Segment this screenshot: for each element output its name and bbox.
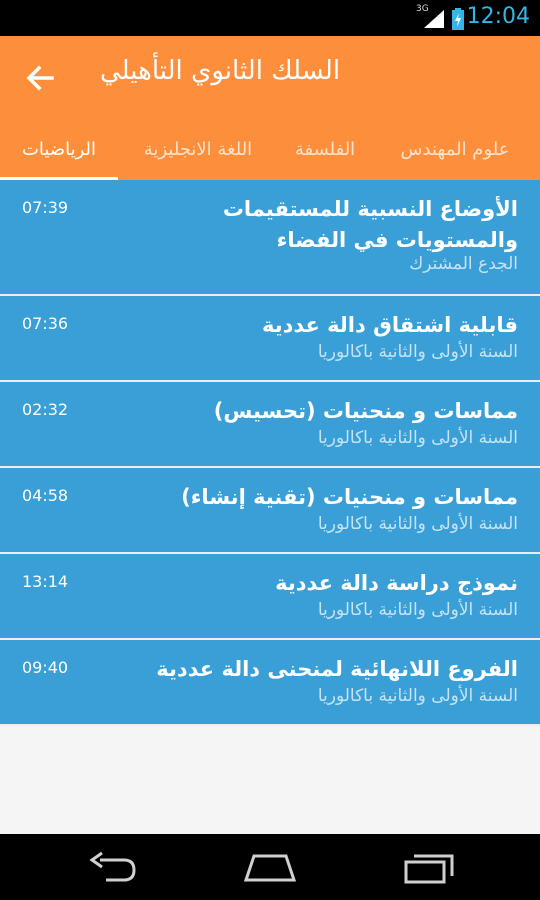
list-item[interactable]: قابلية اشتقاق دالة عددية 07:36 السنة الأ… bbox=[0, 296, 540, 382]
signal-icon bbox=[424, 10, 444, 28]
item-level: السنة الأولى والثانية باكالوريا bbox=[317, 600, 518, 620]
nav-home-button[interactable] bbox=[242, 850, 298, 888]
item-duration: 07:39 bbox=[22, 198, 69, 217]
tab-mathematics[interactable]: الرياضيات bbox=[0, 124, 118, 180]
item-title: قابلية اشتقاق دالة عددية bbox=[262, 313, 518, 337]
page-title: السلك الثانوي التأهيلي bbox=[100, 56, 341, 86]
nav-recent-apps-button[interactable] bbox=[402, 850, 456, 888]
list-item[interactable]: مماسات و منحنيات (تحسيس) 02:32 السنة الأ… bbox=[0, 382, 540, 468]
item-duration: 07:36 bbox=[22, 314, 69, 333]
recent-apps-icon bbox=[404, 854, 454, 884]
item-level: الجدع المشترك bbox=[409, 254, 518, 274]
list-item[interactable]: الفروع اللانهائية لمنحنى دالة عددية 09:4… bbox=[0, 640, 540, 726]
item-level: السنة الأولى والثانية باكالوريا bbox=[317, 686, 518, 706]
video-list: الأوضاع النسبية للمستقيمات والمستويات في… bbox=[0, 180, 540, 726]
item-title: نموذج دراسة دالة عددية bbox=[275, 571, 518, 595]
item-level: السنة الأولى والثانية باكالوريا bbox=[317, 514, 518, 534]
item-level: السنة الأولى والثانية باكالوريا bbox=[317, 342, 518, 362]
tab-engineering-sciences[interactable]: علوم المهندس bbox=[380, 124, 530, 180]
list-item[interactable]: نموذج دراسة دالة عددية 13:14 السنة الأول… bbox=[0, 554, 540, 640]
item-level: السنة الأولى والثانية باكالوريا bbox=[317, 428, 518, 448]
tab-english[interactable]: اللغة الانجليزية bbox=[128, 124, 268, 180]
battery-charging-icon bbox=[452, 8, 464, 30]
list-item[interactable]: مماسات و منحنيات (تقنية إنشاء) 04:58 الس… bbox=[0, 468, 540, 554]
tab-bar: الرياضيات اللغة الانجليزية الفلسفة علوم … bbox=[0, 124, 540, 180]
back-button[interactable] bbox=[22, 60, 58, 96]
navigation-bar bbox=[0, 834, 540, 900]
item-duration: 09:40 bbox=[22, 658, 69, 677]
item-title: مماسات و منحنيات (تحسيس) bbox=[213, 399, 518, 423]
app-bar: السلك الثانوي التأهيلي الرياضيات اللغة ا… bbox=[0, 36, 540, 180]
item-duration: 13:14 bbox=[22, 572, 69, 591]
item-title: الأوضاع النسبية للمستقيمات والمستويات في… bbox=[222, 197, 518, 252]
list-item[interactable]: الأوضاع النسبية للمستقيمات والمستويات في… bbox=[0, 180, 540, 296]
nav-back-icon bbox=[89, 851, 136, 882]
tab-philosophy[interactable]: الفلسفة bbox=[282, 124, 368, 180]
home-icon bbox=[243, 854, 297, 882]
status-clock: 12:04 bbox=[466, 4, 530, 29]
item-title: مماسات و منحنيات (تقنية إنشاء) bbox=[181, 485, 518, 509]
status-bar: 3G 12:04 bbox=[0, 0, 540, 36]
item-title: الفروع اللانهائية لمنحنى دالة عددية bbox=[156, 657, 518, 681]
item-duration: 04:58 bbox=[22, 486, 69, 505]
nav-back-button[interactable] bbox=[86, 850, 138, 888]
arrow-back-icon bbox=[26, 65, 54, 91]
item-duration: 02:32 bbox=[22, 400, 69, 419]
